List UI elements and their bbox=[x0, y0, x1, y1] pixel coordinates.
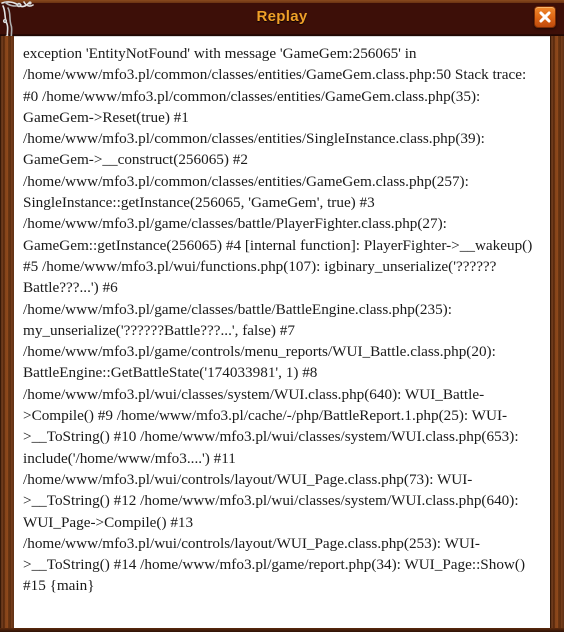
window-frame-left bbox=[0, 36, 14, 632]
window-frame-bottom bbox=[0, 628, 564, 632]
exception-stack-trace: exception 'EntityNotFound' with message … bbox=[23, 45, 533, 595]
window-titlebar: Replay bbox=[0, 0, 564, 36]
content-panel: exception 'EntityNotFound' with message … bbox=[14, 36, 550, 628]
window-frame-right bbox=[550, 36, 564, 632]
replay-window: Replay exception 'EntityNotFound' with m… bbox=[0, 0, 564, 632]
window-title: Replay bbox=[256, 8, 308, 25]
close-icon bbox=[539, 11, 551, 23]
close-button[interactable] bbox=[534, 6, 556, 28]
